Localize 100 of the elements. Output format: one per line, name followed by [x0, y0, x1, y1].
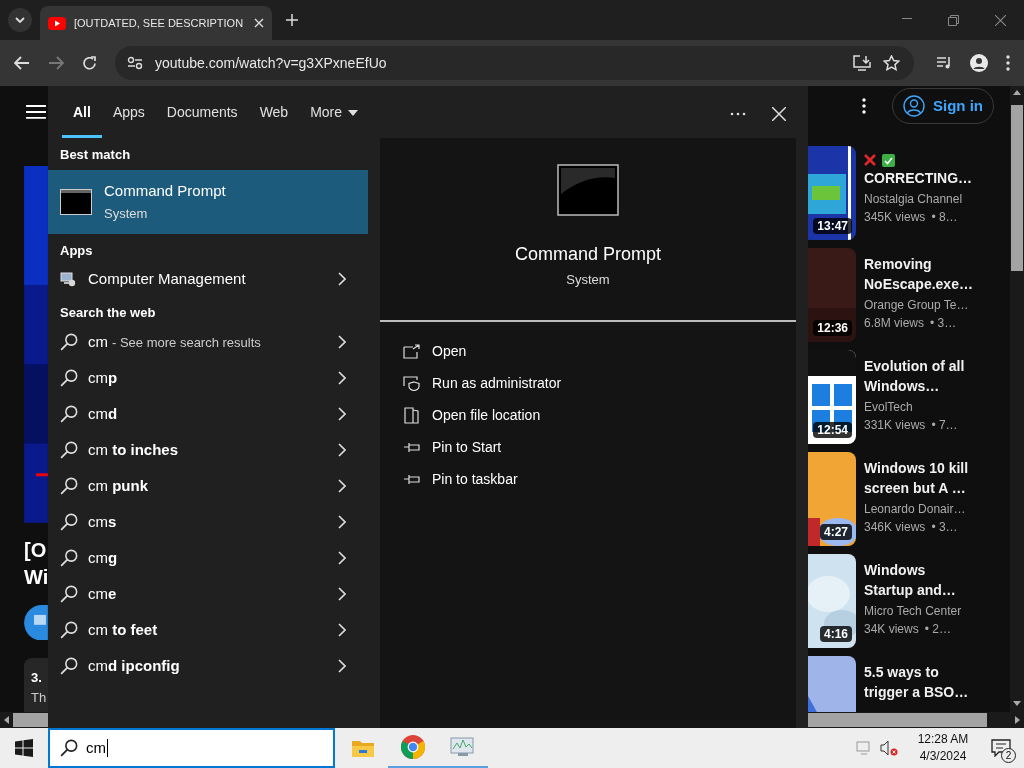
back-icon[interactable] [14, 56, 30, 70]
vertical-scrollbar[interactable] [1010, 86, 1024, 712]
video-title[interactable]: 5.5 ways to [864, 662, 969, 682]
clock-time[interactable]: 12:28 AM [917, 731, 969, 748]
search-tab[interactable]: Web [248, 90, 300, 138]
duration-badge: 13:47 [813, 218, 852, 234]
notification-button[interactable]: 2 [978, 728, 1024, 768]
scroll-down-icon[interactable] [1013, 701, 1021, 706]
new-tab-icon[interactable] [286, 14, 298, 26]
pin-icon [402, 474, 420, 485]
search-icon [60, 441, 78, 459]
upload-age: • 2… [924, 621, 951, 638]
forward-icon[interactable] [48, 56, 64, 70]
action-item[interactable]: Open [402, 335, 796, 368]
search-tab[interactable]: All [62, 90, 102, 138]
terminal-icon [557, 164, 619, 216]
chrome-icon [401, 735, 425, 759]
result-item[interactable]: Computer Management [48, 262, 368, 296]
search-tab[interactable]: Documents [155, 90, 249, 138]
chevron-right-icon [338, 335, 346, 349]
search-field[interactable]: cm [48, 728, 335, 768]
monitor-chart-icon [450, 737, 476, 757]
tab-title: [OUTDATED, SEE DESCRIPTION [74, 15, 245, 31]
web-suggestion[interactable]: cmg [48, 540, 368, 576]
chevron-right-icon [338, 551, 346, 565]
action-item[interactable]: Pin to taskbar [402, 463, 796, 496]
shield-icon [402, 376, 420, 391]
video-title[interactable]: Removing [864, 254, 973, 274]
search-icon [60, 585, 78, 603]
channel-name[interactable]: Micro Tech Center [864, 602, 962, 620]
view-count: 6.8M views [864, 315, 925, 332]
address-bar[interactable]: youtube.com/watch?v=g3XPxneEfUo [115, 46, 914, 80]
video-title[interactable]: Windows 10 kill [864, 458, 969, 478]
duration-badge: 4:16 [819, 626, 852, 642]
view-count: 345K views [864, 209, 926, 226]
action-label: Open file location [432, 406, 541, 425]
channel-name[interactable]: Nostalgia Channel [864, 190, 973, 208]
scrollbar-thumb[interactable] [808, 713, 987, 727]
scrollbar-thumb[interactable] [1011, 105, 1023, 271]
web-suggestion[interactable]: cm to inches [48, 432, 368, 468]
minimize-icon[interactable] [902, 18, 912, 20]
video-title[interactable]: trigger a BSO… [864, 682, 969, 702]
web-suggestion[interactable]: cmd [48, 396, 368, 432]
channel-name[interactable]: EvolTech [864, 398, 965, 416]
scroll-right-icon[interactable] [1015, 716, 1020, 724]
web-suggestion[interactable]: cms [48, 504, 368, 540]
channel-name[interactable]: Orange Group Te… [864, 296, 973, 314]
video-title[interactable]: screen but A … [864, 478, 969, 498]
video-title[interactable]: Evolution of all [864, 356, 965, 376]
more-icon[interactable] [1006, 55, 1010, 71]
result-item[interactable]: Command Prompt System [48, 170, 368, 234]
action-item[interactable]: Pin to Start [402, 431, 796, 464]
clock-date[interactable]: 4/3/2024 [919, 748, 967, 765]
star-icon[interactable] [883, 55, 900, 71]
chevron-down-icon [15, 17, 25, 23]
video-title[interactable]: CORRECTING… [864, 168, 973, 188]
action-label: Pin to taskbar [432, 470, 518, 489]
search-tab[interactable]: Apps [101, 90, 156, 138]
menu-icon[interactable] [26, 104, 46, 120]
suggestion-text: cm to inches [88, 439, 179, 460]
scroll-left-icon[interactable] [4, 716, 9, 724]
channel-avatar-icon[interactable] [24, 604, 48, 641]
video-title[interactable]: Startup and… [864, 580, 962, 600]
restore-icon[interactable] [948, 15, 959, 26]
search-tab[interactable]: More [299, 90, 370, 138]
browser-tab[interactable]: [OUTDATED, SEE DESCRIPTION [40, 6, 272, 40]
web-suggestion[interactable]: cme [48, 576, 368, 612]
more-options-icon[interactable] [730, 112, 746, 116]
media-queue-icon[interactable] [936, 56, 952, 70]
scrollbar-thumb[interactable] [13, 713, 48, 727]
action-item[interactable]: Run as administrator [402, 367, 796, 400]
scroll-up-icon[interactable] [1013, 90, 1021, 95]
install-icon[interactable] [853, 55, 871, 71]
profile-icon[interactable] [970, 54, 988, 72]
action-label: Run as administrator [432, 374, 562, 393]
reload-icon[interactable] [82, 55, 97, 71]
web-suggestion[interactable]: cm to feet [48, 612, 368, 648]
web-suggestion[interactable]: cm punk [48, 468, 368, 504]
video-title: [O [24, 537, 48, 563]
video-title[interactable]: NoEscape.exe… [864, 274, 973, 294]
folder-icon [352, 739, 374, 757]
video-title[interactable]: Windows… [864, 376, 965, 396]
web-suggestion[interactable]: cmd ipconfig [48, 648, 368, 684]
search-icon [60, 513, 78, 531]
channel-name[interactable]: Leonardo Donair… [864, 500, 969, 518]
computer-management-icon [60, 271, 76, 287]
tab-list-button[interactable] [8, 8, 32, 32]
action-item[interactable]: Open file location [402, 399, 796, 432]
web-suggestion[interactable]: cmp [48, 360, 368, 396]
video-logo-icon [48, 16, 66, 30]
more-icon[interactable] [862, 98, 866, 114]
web-suggestion[interactable]: cm - See more search results [48, 324, 368, 360]
muted-speaker-icon[interactable] [880, 740, 898, 756]
chevron-right-icon [338, 659, 346, 673]
search-icon [60, 333, 78, 351]
site-settings-icon[interactable] [127, 56, 143, 70]
folder-icon [402, 407, 420, 424]
notification-count: 2 [1001, 748, 1016, 763]
video-title[interactable]: Windows [864, 560, 962, 580]
action-label: Pin to Start [432, 438, 502, 457]
